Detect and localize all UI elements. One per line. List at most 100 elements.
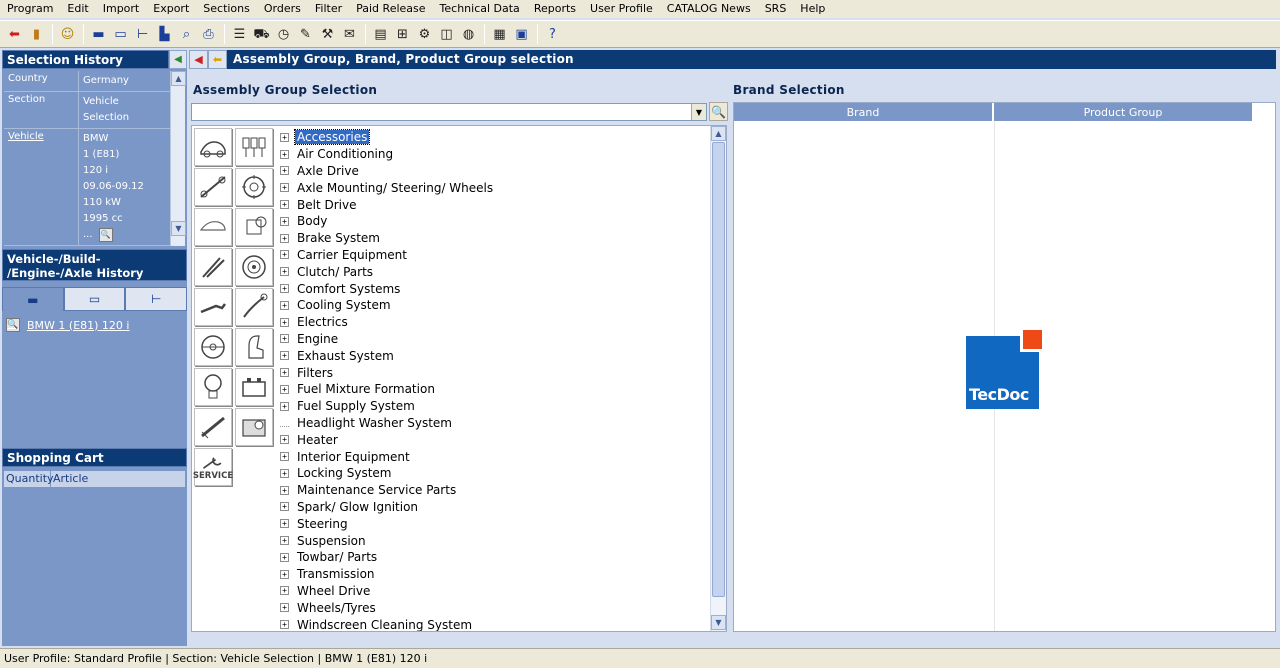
menu-item-technical-data[interactable]: Technical Data [433, 0, 527, 18]
grid-icon[interactable]: ▦ [489, 24, 510, 45]
print-search-icon[interactable]: ⎙ [198, 24, 219, 45]
truck-icon[interactable]: ▙ [154, 24, 175, 45]
expand-icon[interactable]: + [280, 620, 289, 629]
tab-axle[interactable]: ⊢ [125, 287, 188, 311]
expand-icon[interactable]: + [280, 183, 289, 193]
tree-item[interactable]: + Air Conditioning [280, 146, 710, 163]
engine-icon[interactable]: ▭ [110, 24, 131, 45]
tree-item[interactable]: + Towbar/ Parts [280, 549, 710, 566]
dropdown-arrow-icon[interactable]: ▼ [691, 104, 706, 120]
expand-icon[interactable]: + [280, 284, 289, 294]
air-conditioning-icon[interactable] [235, 208, 273, 246]
menu-item-program[interactable]: Program [0, 0, 60, 18]
expand-icon[interactable]: + [280, 384, 289, 394]
expand-icon[interactable]: + [280, 435, 289, 445]
tree-item[interactable]: Headlight Washer System [280, 415, 710, 432]
back-arrow-icon[interactable]: ⬅ [4, 24, 25, 45]
news-icon[interactable]: ▣ [511, 24, 532, 45]
tree-item[interactable]: + Accessories [280, 129, 710, 146]
tree-item[interactable]: + Transmission [280, 566, 710, 583]
axle-icon[interactable]: ⊢ [132, 24, 153, 45]
expand-icon[interactable]: + [280, 200, 289, 210]
expand-icon[interactable]: + [280, 468, 289, 478]
scroll-up-icon[interactable]: ▲ [171, 71, 186, 86]
expand-icon[interactable]: + [280, 368, 289, 378]
expand-icon[interactable]: + [280, 216, 289, 226]
assembly-scrollbar[interactable]: ▲ ▼ [710, 126, 726, 631]
injector-icon[interactable] [194, 408, 232, 446]
drive-shaft-icon[interactable] [194, 168, 232, 206]
menu-item-reports[interactable]: Reports [527, 0, 583, 18]
scroll-down-icon[interactable]: ▼ [711, 615, 726, 630]
battery-icon[interactable] [235, 368, 273, 406]
menu-item-paid-release[interactable]: Paid Release [349, 0, 432, 18]
spark-plugs-icon[interactable] [194, 248, 232, 286]
engine-block-icon[interactable] [235, 408, 273, 446]
tree-item[interactable]: + Brake System [280, 230, 710, 247]
vehicle-icon[interactable]: ▬ [88, 24, 109, 45]
selection-history-scrollbar[interactable]: ▲ ▼ [170, 71, 186, 246]
steering-wheel-icon[interactable] [194, 328, 232, 366]
expand-icon[interactable]: + [280, 569, 289, 579]
expand-icon[interactable]: + [280, 552, 289, 562]
forward-icon[interactable]: ⬅ [208, 50, 227, 69]
expand-icon[interactable]: + [280, 233, 289, 243]
diagram-icon[interactable]: ◫ [436, 24, 457, 45]
exit-door-icon[interactable]: ▮ [26, 24, 47, 45]
scroll-up-icon[interactable]: ▲ [711, 126, 726, 141]
tree-item[interactable]: + Cooling System [280, 297, 710, 314]
light-bulb-icon[interactable] [194, 368, 232, 406]
expand-icon[interactable]: + [280, 317, 289, 327]
tree-item[interactable]: + Axle Drive [280, 163, 710, 180]
envelope-icon[interactable]: ✉ [339, 24, 360, 45]
assembly-search-input[interactable] [192, 104, 692, 120]
tree-item[interactable]: + Fuel Mixture Formation [280, 381, 710, 398]
network-icon[interactable]: ⊞ [392, 24, 413, 45]
expand-icon[interactable]: + [280, 452, 289, 462]
expand-icon[interactable]: + [280, 166, 289, 176]
seat-icon[interactable] [235, 328, 273, 366]
expand-icon[interactable]: + [280, 132, 289, 142]
tree-item[interactable]: + Fuel Supply System [280, 398, 710, 415]
wrench-icon[interactable]: ⚒ [317, 24, 338, 45]
menu-item-catalog-news[interactable]: CATALOG News [660, 0, 758, 18]
tools-icon[interactable]: ✎ [295, 24, 316, 45]
tree-item[interactable]: + Wheel Drive [280, 583, 710, 600]
help-icon[interactable]: ? [542, 24, 563, 45]
cart-column-quantity[interactable]: Quantity [4, 471, 54, 487]
search-icon[interactable]: 🔍 [709, 102, 728, 121]
tree-item[interactable]: + Electrics [280, 314, 710, 331]
collapse-panel-icon[interactable]: ◀ [169, 50, 187, 69]
expand-icon[interactable]: + [280, 401, 289, 411]
tree-item[interactable]: + Spark/ Glow Ignition [280, 499, 710, 516]
tab-vehicle[interactable]: ▬ [2, 287, 64, 311]
service-icon[interactable]: SERVICE [193, 448, 233, 486]
settings-icon[interactable]: ⚙ [414, 24, 435, 45]
tree-item[interactable]: + Suspension [280, 532, 710, 549]
tab-engine[interactable]: ▭ [63, 287, 126, 311]
tree-item[interactable]: + Axle Mounting/ Steering/ Wheels [280, 179, 710, 196]
menu-item-export[interactable]: Export [146, 0, 196, 18]
menu-item-import[interactable]: Import [96, 0, 147, 18]
back-icon[interactable]: ◀ [189, 50, 208, 69]
tree-item[interactable]: + Windscreen Cleaning System [280, 616, 710, 631]
expand-icon[interactable]: + [280, 149, 289, 159]
tree-item[interactable]: + Clutch/ Parts [280, 263, 710, 280]
expand-icon[interactable]: + [280, 250, 289, 260]
tree-item[interactable]: + Comfort Systems [280, 280, 710, 297]
pistons-icon[interactable] [235, 128, 273, 166]
search-part-icon[interactable]: ⌕ [176, 24, 197, 45]
tree-item[interactable]: + Belt Drive [280, 196, 710, 213]
column-brand[interactable]: Brand [734, 103, 994, 121]
expand-icon[interactable]: + [280, 351, 289, 361]
list-icon[interactable]: ☰ [229, 24, 250, 45]
brake-disc-icon[interactable] [235, 248, 273, 286]
expand-icon[interactable]: + [280, 502, 289, 512]
tree-item[interactable]: + Steering [280, 515, 710, 532]
user-profile-icon[interactable]: ☺ [57, 24, 78, 45]
clock-icon[interactable]: ◷ [273, 24, 294, 45]
vehicle-details-icon[interactable]: 🔍 [98, 228, 113, 242]
expand-icon[interactable]: + [280, 519, 289, 529]
tree-item[interactable]: + Body [280, 213, 710, 230]
cart-icon[interactable]: ⛟ [251, 24, 272, 45]
